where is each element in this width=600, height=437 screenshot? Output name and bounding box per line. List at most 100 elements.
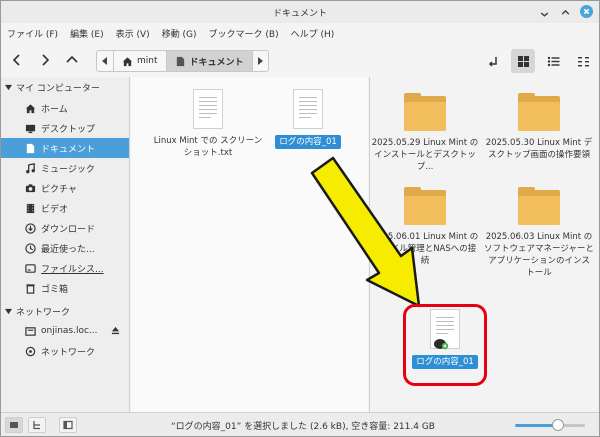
drive-icon [25, 263, 36, 274]
location-entry-icon [488, 56, 497, 67]
file-item-selected[interactable]: ログの内容_01 [253, 89, 363, 149]
sidebar-item-documents[interactable]: ドキュメント [1, 138, 129, 158]
sidebar-item-label: onjinas.loc... [41, 326, 98, 336]
icon-view-button[interactable] [511, 49, 535, 73]
download-icon [25, 222, 36, 234]
file-manager-window: ドキュメント ファイル (F) 編集 (E) 表示 (V) 移動 (G) ブック… [0, 0, 600, 437]
file-item[interactable]: Linux Mint での スクリーンショット.txt [153, 89, 263, 159]
sidebar-item-nas[interactable]: onjinas.loc... [1, 321, 129, 341]
sidebar-item-pictures[interactable]: ピクチャ [1, 178, 129, 198]
sidebar-item-recent[interactable]: 最近使った... [1, 238, 129, 258]
grid-view-icon [517, 55, 529, 67]
sidebar-item-desktop[interactable]: デスクトップ [1, 118, 129, 138]
file-name: ログの内容_01 [275, 135, 341, 149]
sidebar-item-trash[interactable]: ゴミ箱 [1, 278, 129, 298]
sidebar-item-label: ピクチャ [41, 184, 77, 195]
show-treeview-button[interactable] [28, 417, 46, 433]
annotation-arrow [310, 156, 421, 308]
sidebar-item-label: ファイルシス... [41, 264, 104, 275]
sidebar-item-label: ネットワーク [41, 347, 96, 358]
sidebar-item-label: 最近使った... [41, 244, 95, 255]
compact-view-icon [577, 56, 589, 66]
sidebar-section-computer-label: マイ コンピューター [16, 84, 100, 94]
breadcrumb-scroll-left[interactable] [97, 51, 113, 71]
menu-file[interactable]: ファイル (F) [7, 27, 58, 40]
sidebar-item-label: ホーム [41, 104, 68, 115]
sidebar-item-label: ドキュメント [41, 144, 96, 155]
sidebar-section-network[interactable]: ネットワーク [5, 305, 70, 318]
menu-bar: ファイル (F) 編集 (E) 表示 (V) 移動 (G) ブックマーク (B)… [1, 23, 599, 43]
folder-item[interactable]: 2025.05.30 Linux Mint デスクトップ画面の操作要領 [484, 93, 594, 161]
trash-icon [25, 283, 36, 294]
video-icon [25, 203, 36, 214]
breadcrumb-scroll-right[interactable] [251, 51, 268, 71]
recent-icon [25, 242, 36, 254]
breadcrumb-home[interactable]: mint [113, 51, 166, 71]
sidebar-item-label: ダウンロード [41, 224, 96, 235]
chevron-down-icon [5, 84, 12, 91]
status-bar: “ログの内容_01” を選択しました (2.6 kB), 空き容量: 211.4… [1, 412, 599, 436]
folder-icon [518, 93, 560, 131]
sidebar-item-videos[interactable]: ビデオ [1, 198, 129, 218]
document-icon [25, 143, 36, 154]
breadcrumb-home-label: mint [137, 56, 158, 66]
toggle-sidebar-button[interactable] [59, 417, 77, 433]
menu-help[interactable]: ヘルプ (H) [291, 27, 335, 40]
sidebar-item-label: ゴミ箱 [41, 284, 69, 295]
folder-icon [518, 187, 560, 225]
text-file-icon [193, 89, 223, 129]
annotation-highlight-box [403, 304, 487, 386]
network-icon [25, 346, 36, 357]
network-drive-icon [25, 326, 36, 337]
sidebar-item-label: ビデオ [41, 204, 69, 215]
triangle-left-icon [102, 57, 107, 65]
toggle-location-button[interactable] [481, 49, 505, 73]
sidebar-item-label: ミュージック [41, 164, 95, 175]
home-icon [25, 103, 36, 114]
chevron-down-icon [5, 308, 12, 315]
maximize-button[interactable] [559, 6, 571, 18]
menu-view[interactable]: 表示 (V) [116, 27, 150, 40]
minimize-button[interactable] [538, 6, 550, 18]
forward-arrow-icon [42, 54, 50, 66]
close-button[interactable] [580, 5, 593, 18]
title-bar: ドキュメント [1, 1, 599, 23]
sidebar-item-network[interactable]: ネットワーク [1, 341, 129, 361]
up-arrow-icon [66, 55, 78, 63]
back-arrow-icon [12, 54, 20, 66]
back-button[interactable] [9, 52, 25, 68]
window-title: ドキュメント [272, 9, 327, 19]
home-icon [122, 56, 133, 66]
list-view-icon [547, 56, 559, 66]
show-places-button[interactable] [5, 417, 23, 433]
sidebar-item-music[interactable]: ミュージック [1, 158, 129, 178]
sidebar-item-downloads[interactable]: ダウンロード [1, 218, 129, 238]
sidebar-item-filesystem[interactable]: ファイルシス... [1, 258, 129, 278]
menu-go[interactable]: 移動 (G) [162, 27, 197, 40]
close-icon [583, 8, 590, 15]
menu-edit[interactable]: 編集 (E) [70, 27, 104, 40]
camera-icon [25, 183, 36, 194]
eject-icon[interactable] [111, 326, 120, 335]
file-name: Linux Mint での スクリーンショット.txt [153, 136, 263, 158]
toolbar: mint ドキュメント [1, 43, 599, 77]
text-file-icon [293, 89, 323, 129]
triangle-right-icon [258, 57, 264, 65]
sidebar-section-computer[interactable]: マイ コンピューター [5, 81, 100, 94]
folder-name: 2025.06.03 Linux Mint のソフトウェアマネージャーとアプリケ… [484, 232, 594, 278]
minimize-icon [540, 12, 548, 17]
sidebar: マイ コンピューター ホーム デスクトップ ドキュメント ミュージック ピクチャ… [1, 77, 130, 412]
list-view-button[interactable] [541, 49, 565, 73]
menu-bookmarks[interactable]: ブックマーク (B) [209, 27, 279, 40]
maximize-icon [561, 9, 569, 15]
compact-view-button[interactable] [571, 49, 595, 73]
sidebar-item-home[interactable]: ホーム [1, 98, 129, 118]
status-text: “ログの内容_01” を選択しました (2.6 kB), 空き容量: 211.4… [171, 422, 435, 432]
up-button[interactable] [64, 52, 80, 68]
forward-button[interactable] [37, 52, 53, 68]
zoom-slider[interactable] [515, 419, 585, 431]
breadcrumb-current[interactable]: ドキュメント [165, 51, 252, 71]
folder-name: 2025.05.30 Linux Mint デスクトップ画面の操作要領 [485, 138, 593, 160]
zoom-slider-handle[interactable] [552, 419, 565, 431]
folder-item[interactable]: 2025.06.03 Linux Mint のソフトウェアマネージャーとアプリケ… [484, 187, 594, 279]
